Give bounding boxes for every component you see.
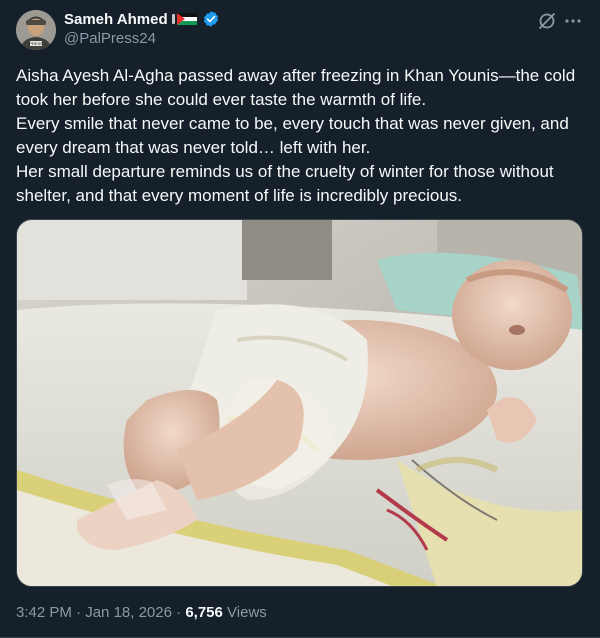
tweet-text-line: Her small departure reminds us of the cr… (16, 162, 554, 205)
author-display-name[interactable]: Sameh Ahmed (64, 11, 168, 28)
author-handle[interactable]: @PalPress24 (64, 30, 156, 47)
more-dots-icon[interactable] (562, 10, 584, 32)
svg-text:PRESS: PRESS (29, 41, 43, 46)
avatar[interactable]: PRESS (16, 10, 56, 50)
tweet-text-line: Aisha Ayesh Al-Agha passed away after fr… (16, 66, 576, 109)
views-count: 6,756 (185, 604, 223, 621)
grok-icon[interactable] (536, 10, 558, 32)
palestine-flag-icon (171, 12, 198, 26)
author-name-row: Sameh Ahmed (64, 9, 220, 29)
meta-separator: · (76, 604, 82, 621)
meta-separator: · (176, 604, 182, 621)
tweet-photo[interactable] (16, 219, 583, 587)
tweet-date[interactable]: Jan 18, 2026 (85, 604, 172, 621)
tweet-text: Aisha Ayesh Al-Agha passed away after fr… (16, 64, 584, 208)
tweet-meta: 3:42 PM · Jan 18, 2026 · 6,756 Views (16, 604, 267, 621)
tweet-time[interactable]: 3:42 PM (16, 604, 72, 621)
views-label: Views (227, 604, 267, 621)
tweet-text-line: Every smile that never came to be, every… (16, 114, 569, 157)
tweet: PRESS Sameh Ahmed @PalPress24 Aisha Ayes… (0, 0, 600, 638)
verified-badge-icon[interactable] (202, 10, 220, 28)
